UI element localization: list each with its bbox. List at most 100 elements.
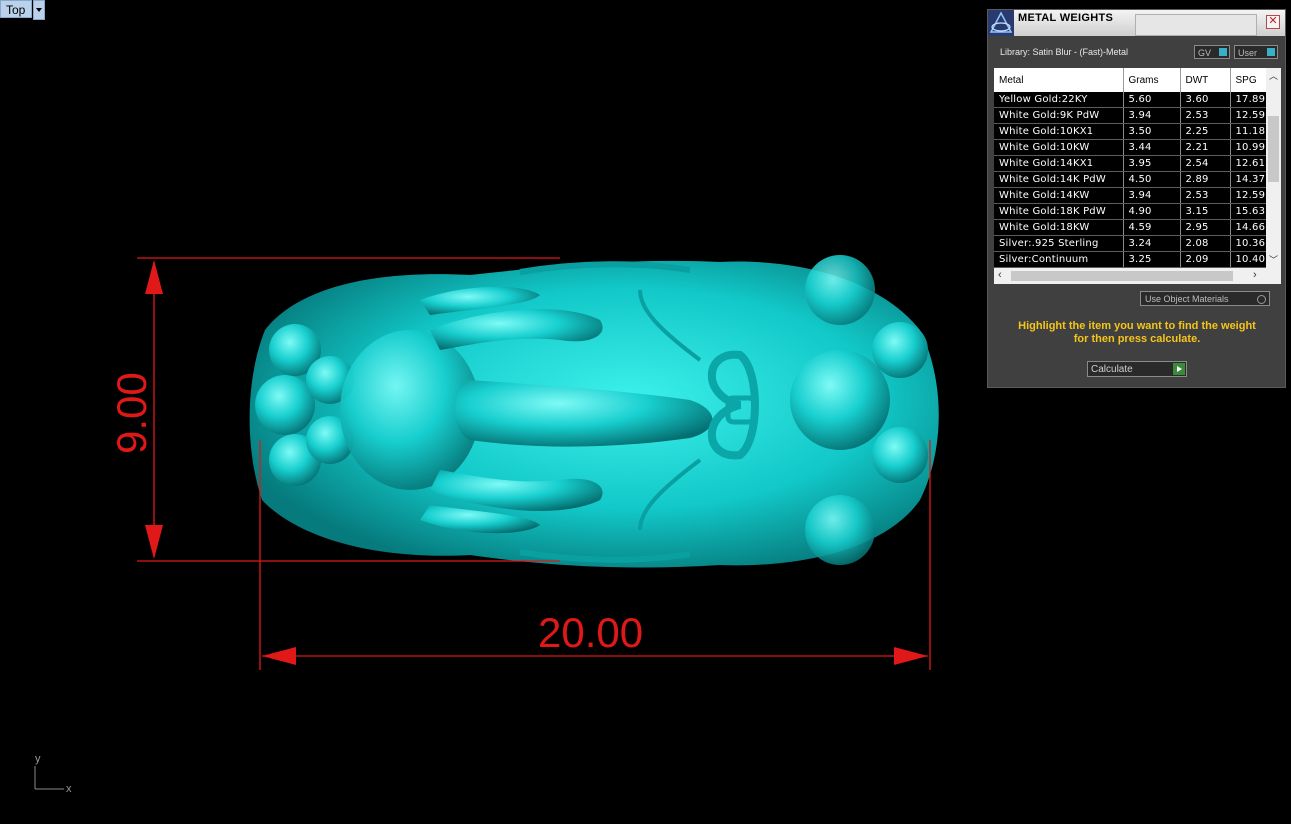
viewport-label[interactable]: Top (0, 0, 46, 20)
table-row[interactable]: Silver:Continuum 3.25 2.09 10.40 (994, 251, 1267, 268)
table-cell: 14.66 (1230, 219, 1267, 236)
pixiu-model[interactable] (249, 255, 939, 568)
table-row[interactable]: White Gold:10KW 3.44 2.21 10.99 (994, 139, 1267, 156)
table-row[interactable]: White Gold:9K PdW 3.94 2.53 12.59 (994, 107, 1267, 124)
instruction-line-2: for then press calculate. (1073, 333, 1201, 345)
table-cell: 4.59 (1123, 219, 1181, 236)
gv-toggle[interactable]: GV (1194, 45, 1230, 59)
table-cell: White Gold:9K PdW (994, 107, 1124, 124)
table-cell: 10.99 (1230, 139, 1267, 156)
scroll-up-icon[interactable]: ︿ (1269, 69, 1278, 82)
viewport-name[interactable]: Top (0, 0, 33, 18)
column-header[interactable]: Metal (994, 68, 1124, 92)
use-object-materials-label: Use Object Materials (1145, 294, 1229, 304)
table-cell: White Gold:18K PdW (994, 203, 1124, 220)
table-cell: White Gold:10KX1 (994, 123, 1124, 140)
table-cell: Yellow Gold:22KY (994, 92, 1124, 108)
table-row[interactable]: Silver:.925 Sterling 3.24 2.08 10.36 (994, 235, 1267, 252)
table-cell: 2.08 (1180, 235, 1231, 252)
table-cell: 11.18 (1230, 123, 1267, 140)
play-arrow-icon (1173, 363, 1185, 375)
table-cell: 3.94 (1123, 187, 1181, 204)
table-cell: 2.89 (1180, 171, 1231, 188)
table-cell: White Gold:18KW (994, 219, 1124, 236)
table-cell: 2.95 (1180, 219, 1231, 236)
table-cell: 3.50 (1123, 123, 1181, 140)
axis-y-label: y (35, 753, 41, 765)
library-label: Library: Satin Blur - (Fast)-Metal (1000, 47, 1129, 57)
table-cell: 2.53 (1180, 107, 1231, 124)
table-cell: 3.44 (1123, 139, 1181, 156)
use-object-materials-option[interactable]: Use Object Materials (1140, 291, 1270, 306)
calculate-button[interactable]: Calculate (1087, 361, 1187, 377)
table-cell: Silver:.925 Sterling (994, 235, 1124, 252)
user-toggle-switch-icon (1267, 48, 1275, 56)
table-cell: White Gold:14KX1 (994, 155, 1124, 172)
table-cell: 14.37 (1230, 171, 1267, 188)
height-dimension-label: 9.00 (108, 372, 155, 454)
vertical-scroll-thumb[interactable] (1268, 116, 1279, 182)
instruction-text: Highlight the item you want to find the … (1002, 320, 1272, 346)
table-cell: White Gold:14K PdW (994, 171, 1124, 188)
gv-toggle-label: GV (1198, 48, 1212, 58)
table-row[interactable]: White Gold:14KW 3.94 2.53 12.59 (994, 187, 1267, 204)
table-cell: 12.59 (1230, 187, 1267, 204)
table-cell: 10.36 (1230, 235, 1267, 252)
table-cell: 12.61 (1230, 155, 1267, 172)
metals-table: Metal Grams DWT SPG Yellow Gold:22KY 5.60 3.6… (994, 68, 1267, 268)
instruction-line-1: Highlight the item you want to find the … (1018, 320, 1256, 332)
viewport-dropdown-icon[interactable] (33, 0, 46, 20)
column-header[interactable]: DWT (1180, 68, 1231, 92)
gv-toggle-switch-icon (1219, 48, 1227, 56)
vertical-scrollbar[interactable]: ︿ ﹀ (1266, 68, 1281, 268)
table-cell: 5.60 (1123, 92, 1181, 108)
table-cell: White Gold:10KW (994, 139, 1124, 156)
table-cell: 17.89 (1230, 92, 1267, 108)
table-cell: 4.50 (1123, 171, 1181, 188)
user-toggle[interactable]: User (1234, 45, 1278, 59)
table-cell: 12.59 (1230, 107, 1267, 124)
axis-indicator: y x (34, 753, 72, 795)
plugin-logo-icon (988, 10, 1014, 36)
table-cell: 2.53 (1180, 187, 1231, 204)
table-cell: 3.94 (1123, 107, 1181, 124)
metal-weights-panel: METAL WEIGHTS ✕ Library: Satin Blur - (F… (987, 9, 1286, 388)
metals-table-container: Metal Grams DWT SPG Yellow Gold:22KY 5.60 3.6… (994, 68, 1281, 284)
table-cell: Silver:Continuum (994, 251, 1124, 268)
panel-title: METAL WEIGHTS (1018, 12, 1114, 24)
calculate-label: Calculate (1091, 364, 1133, 375)
table-cell: 3.25 (1123, 251, 1181, 268)
close-icon[interactable]: ✕ (1266, 15, 1280, 29)
table-cell: White Gold:14KW (994, 187, 1124, 204)
table-row[interactable]: White Gold:18KW 4.59 2.95 14.66 (994, 219, 1267, 236)
table-row[interactable]: White Gold:18K PdW 4.90 3.15 15.63 (994, 203, 1267, 220)
table-row[interactable]: Yellow Gold:22KY 5.60 3.60 17.89 (994, 92, 1267, 108)
table-row[interactable]: White Gold:10KX1 3.50 2.25 11.18 (994, 123, 1267, 140)
table-cell: 10.40 (1230, 251, 1267, 268)
column-header[interactable]: Grams (1123, 68, 1181, 92)
horizontal-scrollbar[interactable]: ‹ › (994, 268, 1281, 284)
table-row[interactable]: White Gold:14KX1 3.95 2.54 12.61 (994, 155, 1267, 172)
table-cell: 4.90 (1123, 203, 1181, 220)
table-cell: 3.60 (1180, 92, 1231, 108)
table-row[interactable]: White Gold:14K PdW 4.50 2.89 14.37 (994, 171, 1267, 188)
user-toggle-label: User (1238, 48, 1258, 58)
scroll-right-icon[interactable]: › (1253, 269, 1257, 281)
table-cell: 2.09 (1180, 251, 1231, 268)
horizontal-scroll-thumb[interactable] (1011, 271, 1233, 281)
table-cell: 2.21 (1180, 139, 1231, 156)
table-cell: 2.25 (1180, 123, 1231, 140)
width-dimension-label: 20.00 (538, 609, 643, 656)
table-cell: 3.24 (1123, 235, 1181, 252)
table-cell: 2.54 (1180, 155, 1231, 172)
table-cell: 3.95 (1123, 155, 1181, 172)
table-cell: 3.15 (1180, 203, 1231, 220)
titlebar-tab (1135, 14, 1257, 36)
radio-icon[interactable] (1257, 295, 1266, 304)
column-header[interactable]: SPG (1230, 68, 1267, 92)
scroll-down-icon[interactable]: ﹀ (1269, 253, 1278, 266)
table-header-row: Metal Grams DWT SPG (994, 68, 1267, 92)
axis-x-label: x (66, 783, 72, 795)
scroll-left-icon[interactable]: ‹ (998, 269, 1002, 281)
panel-titlebar[interactable]: METAL WEIGHTS ✕ (988, 10, 1285, 36)
